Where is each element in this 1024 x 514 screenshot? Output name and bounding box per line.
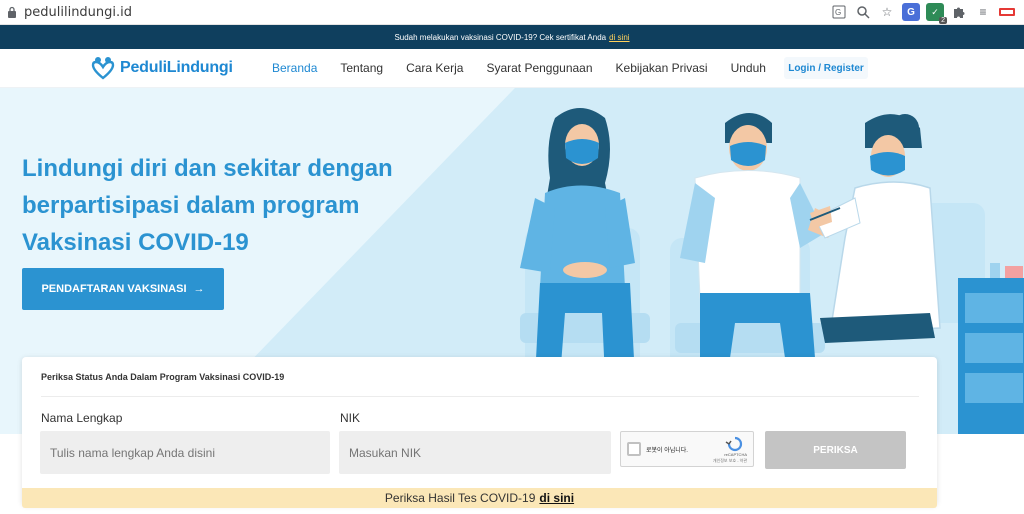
nik-input[interactable]: [339, 431, 611, 474]
hero-title: Lindungi diri dan sekitar dengan berpart…: [22, 155, 393, 256]
main-navigation: PeduliLindungi Beranda Tentang Cara Kerj…: [0, 49, 1024, 88]
check-status-button[interactable]: PERIKSA: [765, 431, 906, 469]
extensions-puzzle-icon[interactable]: [950, 3, 968, 21]
announcement-text: Sudah melakukan vaksinasi COVID-19? Cek …: [394, 32, 607, 42]
pedulilindungi-logo-icon: [91, 57, 115, 80]
profile-avatar-icon[interactable]: [998, 3, 1016, 21]
form-title: Periksa Status Anda Dalam Program Vaksin…: [41, 372, 285, 382]
certificate-link[interactable]: di sini: [609, 33, 629, 42]
nav-item-cara-kerja[interactable]: Cara Kerja: [406, 61, 463, 75]
nav-item-syarat-penggunaan[interactable]: Syarat Penggunaan: [486, 61, 592, 75]
full-name-input[interactable]: [40, 431, 330, 474]
covid-test-result-bar: Periksa Hasil Tes COVID-19 di sini: [22, 488, 937, 508]
form-divider: [41, 396, 919, 397]
arrow-right-icon: →: [193, 283, 205, 295]
login-register-button[interactable]: Login / Register: [784, 57, 868, 79]
url-bar[interactable]: pedulilindungi.id: [24, 5, 132, 20]
browser-bar: pedulilindungi.id G ☆ G ✓ 2 ≡: [0, 0, 1024, 25]
nav-links: Beranda Tentang Cara Kerja Syarat Penggu…: [272, 61, 789, 75]
vaccination-registration-button[interactable]: PENDAFTARAN VAKSINASI →: [22, 268, 224, 310]
site-logo[interactable]: PeduliLindungi: [90, 55, 233, 81]
nav-item-beranda[interactable]: Beranda: [272, 61, 317, 75]
result-text: Periksa Hasil Tes COVID-19: [384, 491, 536, 505]
recaptcha-checkbox[interactable]: [627, 442, 641, 456]
reading-list-icon[interactable]: ≡: [974, 3, 992, 21]
certificate-announcement-banner: Sudah melakukan vaksinasi COVID-19? Cek …: [0, 25, 1024, 49]
nik-label: NIK: [340, 411, 361, 425]
recaptcha-privacy-terms[interactable]: 개인정보 보호 - 약관: [713, 458, 747, 464]
svg-text:G: G: [835, 8, 841, 17]
test-result-link[interactable]: di sini: [539, 491, 574, 505]
browser-toolbar: G ☆ G ✓ 2 ≡: [830, 3, 1016, 24]
nav-item-unduh[interactable]: Unduh: [731, 61, 766, 75]
google-translate-extension-icon[interactable]: G: [902, 3, 920, 21]
name-label: Nama Lengkap: [41, 411, 123, 425]
zoom-icon[interactable]: [854, 3, 872, 21]
logo-text: PeduliLindungi: [120, 59, 233, 76]
cta-label: PENDAFTARAN VAKSINASI: [41, 283, 187, 295]
recaptcha-widget[interactable]: 로봇이 아닙니다. reCAPTCHA 개인정보 보호 - 약관: [620, 431, 754, 467]
recaptcha-brand: reCAPTCHA: [724, 452, 747, 457]
translate-page-icon[interactable]: G: [830, 3, 848, 21]
nav-item-kebijakan-privasi[interactable]: Kebijakan Privasi: [616, 61, 708, 75]
nav-item-tentang[interactable]: Tentang: [340, 61, 383, 75]
bookmark-star-icon[interactable]: ☆: [878, 3, 896, 21]
shield-extension-icon[interactable]: ✓ 2: [926, 3, 947, 24]
lock-icon: [8, 6, 16, 18]
vaccination-status-form: Periksa Status Anda Dalam Program Vaksin…: [22, 357, 937, 505]
recaptcha-logo-icon: [725, 436, 743, 452]
recaptcha-text: 로봇이 아닙니다.: [646, 448, 688, 454]
